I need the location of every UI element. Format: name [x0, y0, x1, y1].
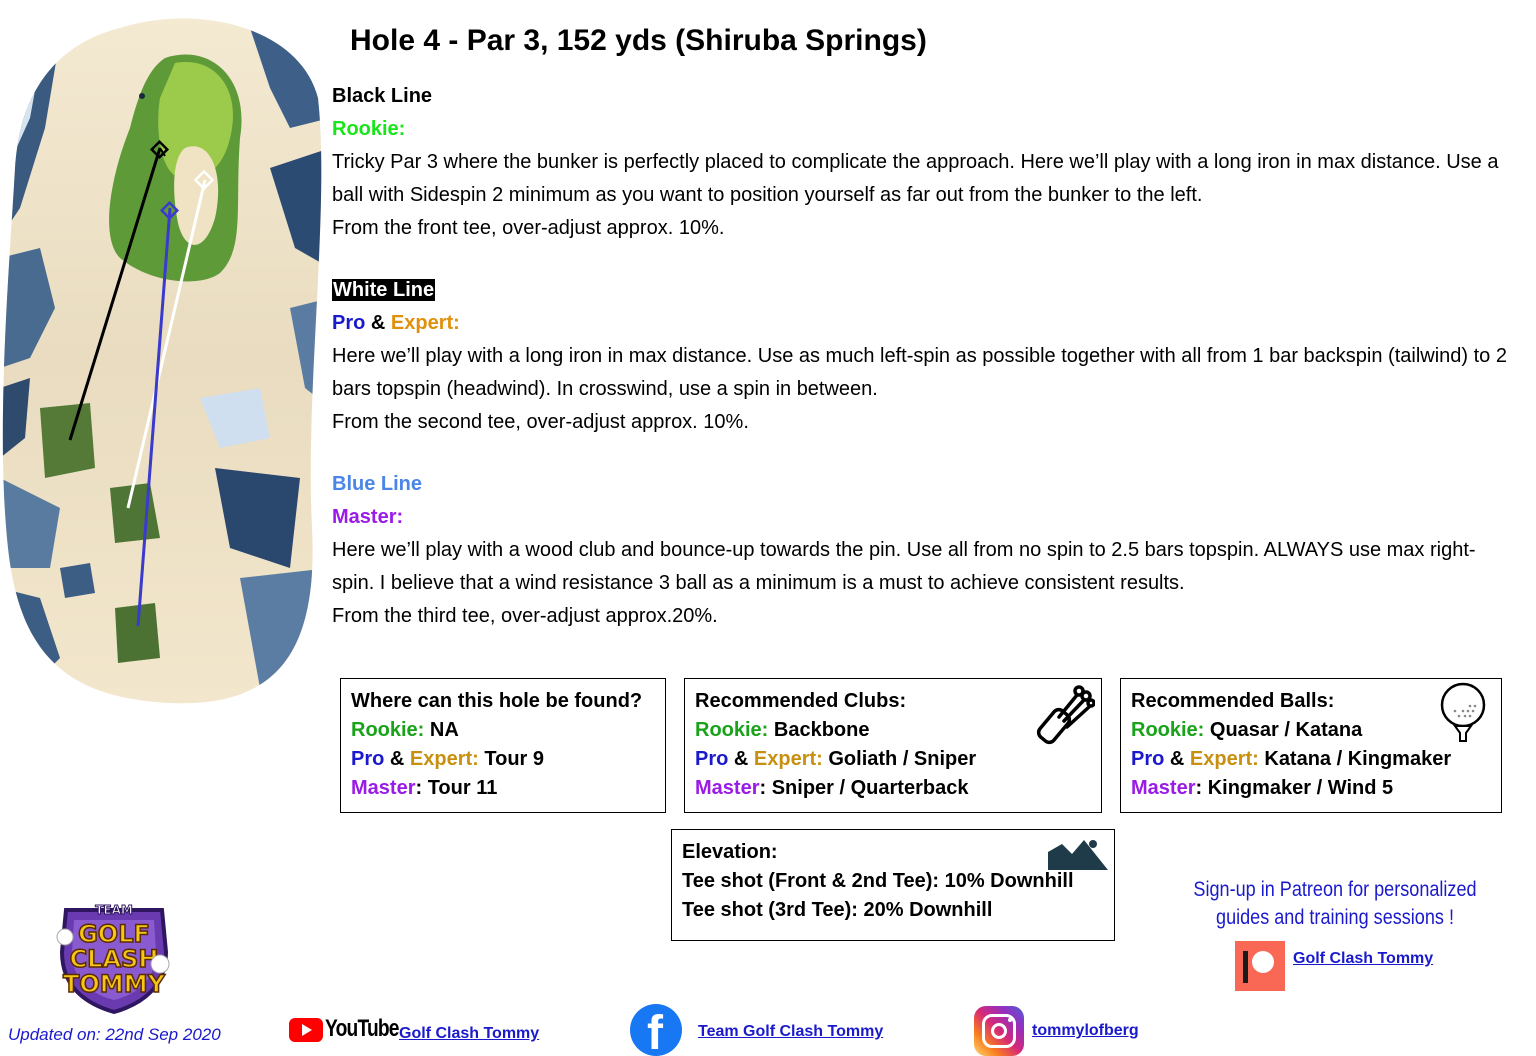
clubs-pro-value: Goliath / Sniper: [822, 748, 977, 770]
youtube-link[interactable]: Golf Clash Tommy: [399, 1025, 539, 1043]
elevation-line-2: Tee shot (3rd Tee): 20% Downhill: [682, 899, 993, 921]
facebook-link[interactable]: Team Golf Clash Tommy: [698, 1023, 883, 1041]
where-found-box: Where can this hole be found? Rookie: NA…: [340, 678, 666, 813]
balls-pro-label: Pro: [1131, 748, 1165, 770]
black-line-section: Black Line Rookie: Tricky Par 3 where th…: [332, 80, 1512, 245]
facebook-icon[interactable]: f: [630, 1004, 682, 1056]
blue-line-text: Here we’ll play with a wood club and bou…: [332, 539, 1476, 594]
black-line-tee-note: From the front tee, over-adjust approx. …: [332, 217, 725, 239]
patreon-line-1: Sign-up in Patreon for personalized: [1193, 878, 1477, 901]
youtube-icon[interactable]: [289, 1018, 323, 1042]
clubs-pro-label: Pro: [695, 748, 729, 770]
black-line-text: Tricky Par 3 where the bunker is perfect…: [332, 151, 1499, 206]
elevation-box: Elevation: Tee shot (Front & 2nd Tee): 1…: [671, 829, 1115, 941]
where-expert-label: Expert:: [409, 748, 479, 770]
where-master-value: : Tour 11: [415, 777, 498, 799]
logo-clash-text: CLASH: [70, 945, 159, 973]
updated-date: Updated on: 22nd Sep 2020: [8, 1025, 221, 1044]
balls-master-label: Master: [1131, 777, 1196, 799]
clubs-heading: Recommended Clubs:: [695, 690, 907, 712]
white-line-heading: White Line: [332, 279, 436, 301]
white-line-section: White Line Pro & Expert: Here we’ll play…: [332, 274, 1512, 439]
team-golf-clash-tommy-logo: TEAM GOLF CLASH TOMMY: [56, 903, 170, 1015]
black-line-level: Rookie:: [332, 118, 406, 140]
instagram-link[interactable]: tommylofberg: [1032, 1022, 1139, 1040]
white-line-tee-note: From the second tee, over-adjust approx.…: [332, 411, 749, 433]
golf-ball-icon: [1440, 682, 1486, 742]
where-pro-label: Pro: [351, 748, 385, 770]
blue-line-heading: Blue Line: [332, 473, 423, 495]
patreon-promo-text: Sign-up in Patreon for personalized guid…: [1185, 876, 1486, 932]
patreon-link[interactable]: Golf Clash Tommy: [1293, 950, 1433, 968]
where-amp: &: [384, 748, 410, 770]
where-found-heading: Where can this hole be found?: [351, 690, 643, 712]
blue-line-section: Blue Line Master: Here we’ll play with a…: [332, 468, 1512, 633]
logo-golf-text: GOLF: [78, 920, 150, 948]
where-pro-value: Tour 9: [478, 748, 544, 770]
golf-bag-icon: [1036, 685, 1095, 745]
patreon-icon[interactable]: [1235, 941, 1285, 991]
clubs-master-label: Master: [695, 777, 760, 799]
clubs-rookie-label: Rookie:: [695, 719, 769, 741]
page-title: Hole 4 - Par 3, 152 yds (Shiruba Springs…: [350, 24, 927, 57]
logo-team-text: TEAM: [95, 903, 133, 917]
where-rookie-value: NA: [424, 719, 459, 741]
white-line-level-expert: Expert:: [390, 312, 460, 334]
where-rookie-label: Rookie:: [351, 719, 425, 741]
blue-line-level: Master:: [332, 506, 404, 528]
logo-tommy-text: TOMMY: [63, 970, 166, 998]
blue-line-tee-note: From the third tee, over-adjust approx.2…: [332, 605, 718, 627]
white-line-amp: &: [365, 312, 391, 334]
youtube-wordmark: YouTube: [325, 1015, 399, 1042]
elevation-line-1: Tee shot (Front & 2nd Tee): 10% Downhill: [682, 870, 1074, 892]
instagram-icon[interactable]: [974, 1006, 1024, 1056]
clubs-amp: &: [728, 748, 754, 770]
black-line-heading: Black Line: [332, 85, 433, 107]
balls-amp: &: [1164, 748, 1190, 770]
recommended-clubs-box: Recommended Clubs: Rookie: Backbone Pro …: [684, 678, 1102, 813]
elevation-heading: Elevation:: [682, 841, 778, 863]
white-line-level-pro: Pro: [332, 312, 366, 334]
recommended-balls-box: Recommended Balls: Rookie: Quasar / Kata…: [1120, 678, 1502, 813]
mountain-icon: [1048, 840, 1108, 870]
white-line-text: Here we’ll play with a long iron in max …: [332, 345, 1507, 400]
patreon-line-2: guides and training sessions !: [1216, 906, 1454, 929]
clubs-rookie-value: Backbone: [768, 719, 870, 741]
where-master-label: Master: [351, 777, 416, 799]
balls-pro-value: Katana / Kingmaker: [1258, 748, 1452, 770]
balls-rookie-label: Rookie:: [1131, 719, 1205, 741]
clubs-master-value: : Sniper / Quarterback: [759, 777, 969, 799]
clubs-expert-label: Expert:: [753, 748, 823, 770]
balls-expert-label: Expert:: [1189, 748, 1259, 770]
hole-map-illustration: [2, 18, 322, 704]
balls-rookie-value: Quasar / Katana: [1204, 719, 1363, 741]
balls-master-value: : Kingmaker / Wind 5: [1195, 777, 1394, 799]
